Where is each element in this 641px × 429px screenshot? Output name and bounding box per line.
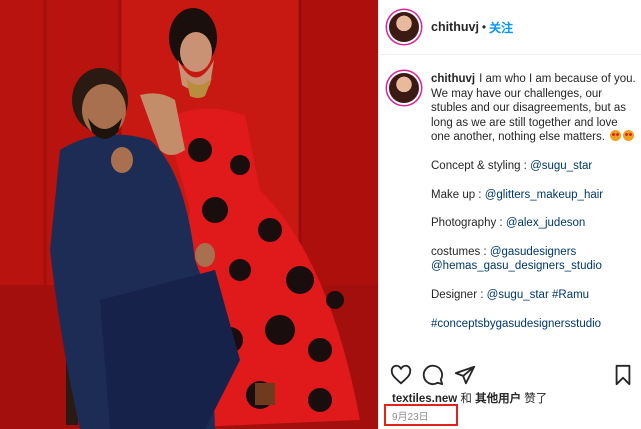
likes-others[interactable]: 其他用户	[475, 393, 521, 405]
designer-label: Designer :	[431, 288, 487, 301]
caption-avatar[interactable]	[389, 73, 419, 103]
avatar[interactable]	[389, 12, 419, 42]
hashtag-link[interactable]: #conceptsbygasudesignersstudio	[431, 318, 601, 330]
costumes-link-2[interactable]: @hemas_gasu_designers_studio	[431, 260, 602, 272]
makeup-line: Make up : @glitters_makeup_hair	[431, 188, 636, 203]
hashtag-line: #conceptsbygasudesignersstudio	[431, 317, 636, 332]
concept-label: Concept & styling :	[431, 159, 531, 172]
concept-line: Concept & styling : @sugu_star	[431, 159, 636, 174]
photography-link[interactable]: @alex_judeson	[506, 217, 585, 229]
couple-photo	[0, 0, 378, 429]
bookmark-icon[interactable]	[612, 364, 634, 386]
heart-icon[interactable]	[390, 364, 412, 386]
separator-dot: •	[481, 20, 487, 34]
makeup-label: Make up :	[431, 188, 485, 201]
costumes-line-2: @hemas_gasu_designers_studio	[431, 259, 636, 274]
post-photo[interactable]	[0, 0, 378, 429]
caption-text-block: chithuvj I am who I am because of you. We…	[431, 72, 636, 145]
costumes-line: costumes : @gasudesigners	[431, 245, 636, 260]
heart-eyes-emoji-icon-2	[623, 130, 635, 142]
caption-username[interactable]: chithuvj	[431, 73, 475, 85]
photography-label: Photography :	[431, 217, 506, 230]
photography-line: Photography : @alex_judeson	[431, 216, 636, 231]
costumes-label: costumes :	[431, 245, 490, 258]
comment-icon[interactable]	[422, 364, 444, 386]
send-icon[interactable]	[454, 364, 476, 386]
makeup-link[interactable]: @glitters_makeup_hair	[485, 189, 603, 201]
post-header: chithuvj • 关注	[379, 0, 641, 55]
designer-line: Designer : @sugu_star #Ramu	[431, 288, 636, 303]
follow-button[interactable]: 关注	[489, 19, 513, 36]
heart-eyes-emoji-icon	[610, 130, 622, 142]
designer-link-2[interactable]: #Ramu	[552, 289, 589, 301]
concept-link[interactable]: @sugu_star	[530, 160, 592, 172]
post-caption: chithuvj I am who I am because of you. We…	[389, 72, 637, 331]
caption-body: chithuvj I am who I am because of you. We…	[431, 72, 636, 331]
header-username[interactable]: chithuvj	[431, 20, 479, 34]
post-date[interactable]: 9月23日	[392, 408, 429, 423]
designer-link-1[interactable]: @sugu_star	[487, 289, 549, 301]
likes-verb: 赞了	[521, 393, 548, 405]
costumes-link-1[interactable]: @gasudesigners	[490, 246, 576, 258]
action-bar	[388, 360, 638, 390]
likes-and: 和	[457, 393, 476, 405]
